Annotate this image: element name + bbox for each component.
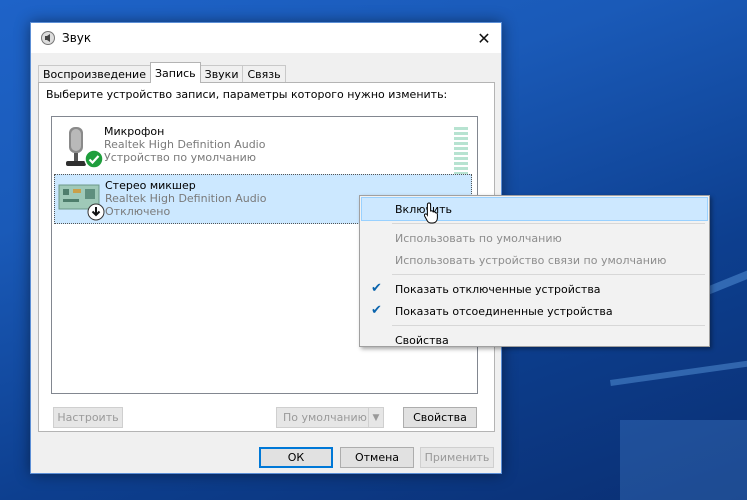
menu-item-show-disabled[interactable]: ✔ Показать отключенные устройства: [362, 278, 707, 300]
device-status: Отключено: [105, 205, 171, 218]
speaker-icon: [41, 31, 55, 45]
checkmark-icon: ✔: [371, 303, 382, 318]
menu-separator: [392, 223, 705, 224]
panel-prompt: Выберите устройство записи, параметры ко…: [46, 88, 448, 101]
set-default-split-button[interactable]: По умолчанию ▼: [276, 407, 384, 428]
close-icon[interactable]: ✕: [467, 23, 501, 53]
device-status: Устройство по умолчанию: [104, 151, 257, 164]
menu-item-label: Свойства: [395, 333, 449, 347]
properties-button[interactable]: Свойства: [403, 407, 477, 428]
menu-item-label: Использовать устройство связи по умолчан…: [395, 253, 667, 267]
menu-item-set-default-comm[interactable]: Использовать устройство связи по умолчан…: [362, 249, 707, 271]
device-icon-slot: [55, 175, 105, 225]
menu-item-show-disconnected[interactable]: ✔ Показать отсоединенные устройства: [362, 300, 707, 322]
device-driver: Realtek High Definition Audio: [105, 192, 267, 205]
tab-strip: Воспроизведение Запись Звуки Связь: [38, 62, 286, 83]
desktop-light-ray: [610, 354, 747, 386]
menu-item-set-default[interactable]: Использовать по умолчанию: [362, 227, 707, 249]
tab-sounds[interactable]: Звуки: [199, 65, 244, 83]
tab-recording[interactable]: Запись: [149, 62, 201, 83]
tab-communications[interactable]: Связь: [242, 65, 286, 83]
menu-separator: [392, 274, 705, 275]
device-icon-slot: [54, 121, 104, 171]
menu-item-label: Показать отключенные устройства: [395, 282, 601, 296]
apply-button[interactable]: Применить: [420, 447, 494, 468]
context-menu: Включить Использовать по умолчанию Испол…: [359, 195, 710, 347]
device-driver: Realtek High Definition Audio: [104, 138, 266, 151]
set-default-label: По умолчанию: [283, 411, 367, 424]
hand-cursor-icon: [424, 202, 438, 224]
cancel-button[interactable]: Отмена: [340, 447, 414, 468]
window-title: Звук: [62, 31, 92, 45]
device-name: Стерео микшер: [105, 179, 196, 192]
chevron-down-icon[interactable]: ▼: [368, 408, 383, 427]
default-check-icon: [84, 149, 104, 169]
menu-item-enable[interactable]: Включить: [361, 197, 708, 221]
title-bar: Звук ✕: [31, 23, 501, 53]
ok-button[interactable]: ОК: [259, 447, 333, 468]
configure-button[interactable]: Настроить: [53, 407, 123, 428]
device-name: Микрофон: [104, 125, 165, 138]
disabled-arrow-icon: [87, 203, 105, 221]
menu-item-label: Использовать по умолчанию: [395, 231, 562, 245]
menu-item-properties[interactable]: Свойства: [362, 329, 707, 351]
checkmark-icon: ✔: [371, 281, 382, 296]
tab-playback[interactable]: Воспроизведение: [38, 65, 151, 83]
menu-separator: [392, 325, 705, 326]
level-meter: [454, 127, 468, 175]
desktop-light-ray: [620, 420, 747, 500]
device-item-microphone[interactable]: Микрофон Realtek High Definition Audio У…: [54, 121, 472, 175]
menu-item-label: Показать отсоединенные устройства: [395, 304, 613, 318]
